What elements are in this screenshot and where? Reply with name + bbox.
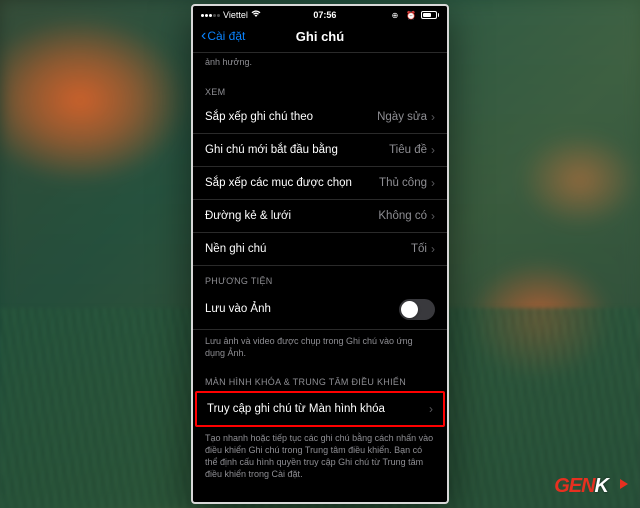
section-footer-media: Lưu ảnh và video được chụp trong Ghi chú… (193, 330, 447, 367)
row-value: Tối (411, 243, 427, 255)
row-value: Thủ công (379, 177, 427, 189)
intro-text-tail: ảnh hưởng. (193, 53, 447, 77)
row-label: Truy cập ghi chú từ Màn hình khóa (207, 403, 429, 415)
status-left: Viettel (201, 10, 261, 20)
row-label: Ghi chú mới bắt đầu bằng (205, 144, 389, 156)
chevron-right-icon: › (431, 242, 435, 256)
row-save-to-photos[interactable]: Lưu vào Ảnh (193, 290, 447, 330)
section-header-view: XEM (193, 77, 447, 101)
row-value: Không có (378, 210, 427, 222)
row-lines-grids[interactable]: Đường kẻ & lưới Không có › (193, 200, 447, 233)
chevron-right-icon: › (431, 209, 435, 223)
row-label: Sắp xếp các mục được chọn (205, 177, 379, 189)
back-label: Cài đặt (207, 29, 245, 43)
row-label: Nền ghi chú (205, 243, 411, 255)
status-bar: Viettel 07:56 ⊕ ⏰ (193, 6, 447, 22)
row-note-background[interactable]: Nền ghi chú Tối › (193, 233, 447, 266)
row-value: Tiêu đề (389, 144, 427, 156)
logo-text-gen: GEN (554, 475, 594, 498)
status-right: ⊕ ⏰ (389, 11, 439, 19)
chevron-right-icon: › (429, 402, 433, 416)
section-header-media: PHƯƠNG TIỆN (193, 266, 447, 290)
row-label: Lưu vào Ảnh (205, 303, 399, 315)
logo-arrow-icon (610, 476, 628, 497)
chevron-left-icon: ‹ (201, 28, 206, 44)
battery-icon (421, 11, 439, 19)
row-sort-notes[interactable]: Sắp xếp ghi chú theo Ngày sửa › (193, 101, 447, 134)
page-title: Ghi chú (296, 29, 344, 44)
section-header-lock: MÀN HÌNH KHÓA & TRUNG TÂM ĐIỀU KHIỂN (193, 367, 447, 391)
orientation-lock-icon: ⊕ (389, 11, 401, 19)
chevron-right-icon: › (431, 143, 435, 157)
watermark-logo: GENK (554, 475, 628, 498)
row-label: Sắp xếp ghi chú theo (205, 111, 377, 123)
wifi-icon (251, 10, 261, 20)
toggle-save-to-photos[interactable] (399, 299, 435, 320)
status-time: 07:56 (313, 10, 336, 20)
settings-content: ảnh hưởng. XEM Sắp xếp ghi chú theo Ngày… (193, 53, 447, 497)
row-sort-checked[interactable]: Sắp xếp các mục được chọn Thủ công › (193, 167, 447, 200)
chevron-right-icon: › (431, 176, 435, 190)
logo-text-k: K (595, 475, 608, 498)
row-access-from-lock-screen[interactable]: Truy cập ghi chú từ Màn hình khóa › (195, 391, 445, 427)
signal-icon (201, 14, 220, 17)
phone-frame: Viettel 07:56 ⊕ ⏰ ‹ Cài đặt Ghi chú ảnh … (191, 4, 449, 504)
carrier-label: Viettel (223, 10, 248, 20)
back-button[interactable]: ‹ Cài đặt (201, 28, 245, 44)
chevron-right-icon: › (431, 110, 435, 124)
section-footer-lock: Tạo nhanh hoặc tiếp tục các ghi chú bằng… (193, 427, 447, 489)
row-new-note-start[interactable]: Ghi chú mới bắt đầu bằng Tiêu đề › (193, 134, 447, 167)
toggle-knob (401, 301, 418, 318)
nav-bar: ‹ Cài đặt Ghi chú (193, 22, 447, 53)
alarm-icon: ⏰ (405, 11, 417, 19)
row-label: Đường kẻ & lưới (205, 210, 378, 222)
row-value: Ngày sửa (377, 111, 427, 123)
